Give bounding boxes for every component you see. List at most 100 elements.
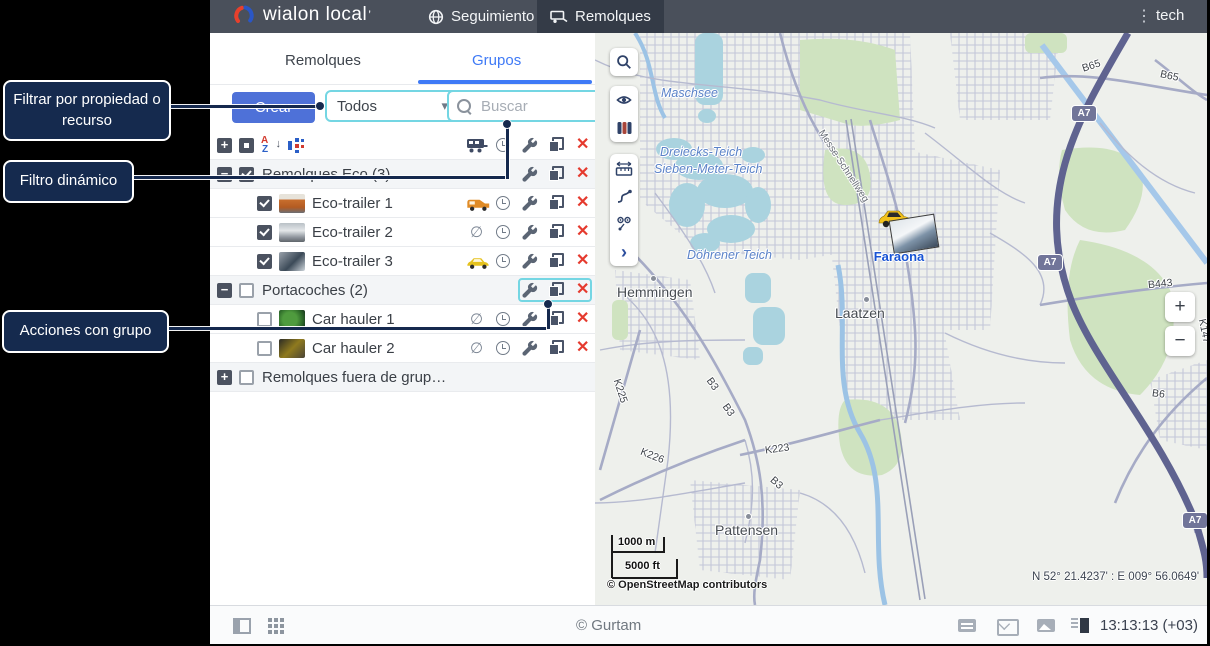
trailer-name[interactable]: Eco-trailer 3 — [312, 253, 393, 270]
map-label-dreiecks-teich: Dreiecks-Teich — [660, 145, 742, 159]
zoom-in-button[interactable]: + — [1165, 292, 1195, 322]
wrench-icon[interactable] — [521, 166, 538, 183]
copyright: © Gurtam — [576, 617, 641, 634]
copy-icon[interactable] — [549, 195, 564, 210]
group-row[interactable]: + Remolques fuera de grup… — [210, 363, 595, 392]
not-bound-icon[interactable]: ∅ — [470, 339, 483, 357]
trailer-checkbox[interactable] — [257, 341, 272, 356]
marker-label[interactable]: Faraona — [866, 249, 932, 264]
group-name[interactable]: Remolques fuera de grup… — [262, 369, 446, 386]
map-routing-button[interactable] — [610, 182, 638, 210]
group-checkbox[interactable] — [239, 370, 254, 385]
map-tools-group-2: › — [610, 154, 638, 266]
clock-icon[interactable] — [496, 312, 510, 326]
not-bound-icon[interactable]: ∅ — [470, 223, 483, 241]
group-name[interactable]: Portacoches (2) — [262, 282, 368, 299]
copy-icon[interactable] — [549, 340, 564, 355]
copy-icon[interactable] — [549, 166, 564, 181]
trailer-checkbox[interactable] — [257, 196, 272, 211]
map-attribution: © OpenStreetMap contributors — [607, 579, 767, 591]
kebab-menu-icon[interactable]: ⋮ — [1136, 6, 1152, 26]
map-label-maschsee: Maschsee — [661, 86, 718, 100]
map-label-laatzen: Laatzen — [835, 305, 885, 321]
expand-group-button[interactable]: + — [217, 370, 232, 385]
map-label-doehrener-teich: Döhrener Teich — [687, 248, 772, 262]
wrench-icon[interactable] — [521, 282, 538, 299]
trailer-row[interactable]: Car hauler 1 ∅ ✕ — [210, 305, 595, 334]
group-checkbox[interactable] — [239, 167, 254, 182]
group-row[interactable]: − Remolques Eco (3) ✕ — [210, 160, 595, 189]
select-all-button[interactable] — [239, 138, 254, 153]
trailer-name[interactable]: Car hauler 2 — [312, 340, 395, 357]
apps-grid-icon[interactable] — [268, 618, 272, 622]
collapse-group-button[interactable]: − — [217, 167, 232, 182]
trailer-checkbox[interactable] — [257, 225, 272, 240]
trailer-row[interactable]: Eco-trailer 3 ✕ — [210, 247, 595, 276]
delete-icon[interactable]: ✕ — [576, 164, 589, 184]
map-canvas[interactable] — [595, 33, 1207, 605]
property-filter-select[interactable]: Todos ▾ — [325, 90, 460, 122]
delete-icon[interactable]: ✕ — [576, 309, 589, 329]
notifications-mail-icon[interactable] — [997, 619, 1019, 636]
trailer-checkbox[interactable] — [257, 312, 272, 327]
route-icon — [616, 189, 632, 204]
trailer-checkbox[interactable] — [257, 254, 272, 269]
clock-icon[interactable] — [496, 225, 510, 239]
trailer-row[interactable]: Eco-trailer 2 ∅ ✕ — [210, 218, 595, 247]
map-tracks-button[interactable] — [610, 210, 638, 238]
map-ruler-button[interactable] — [610, 154, 638, 182]
panel-tab-grupos[interactable]: Grupos — [472, 52, 521, 69]
collapse-group-button[interactable]: − — [217, 283, 232, 298]
delete-icon[interactable]: ✕ — [576, 338, 589, 358]
copy-icon[interactable] — [549, 253, 564, 268]
delete-icon[interactable]: ✕ — [576, 193, 589, 213]
clock-icon[interactable] — [496, 341, 510, 355]
delete-icon[interactable]: ✕ — [576, 251, 589, 271]
delete-icon[interactable]: ✕ — [576, 280, 589, 300]
search-field[interactable] — [447, 90, 609, 122]
trailer-name[interactable]: Car hauler 1 — [312, 311, 395, 328]
group-row[interactable]: − Portacoches (2) ✕ — [210, 276, 595, 305]
trailer-row[interactable]: Eco-trailer 1 ✕ — [210, 189, 595, 218]
track-points-icon — [616, 216, 632, 232]
wrench-icon[interactable] — [521, 311, 538, 328]
logo-text: wialon local — [263, 4, 367, 26]
copy-icon[interactable] — [549, 224, 564, 239]
copy-icon[interactable] — [549, 311, 564, 326]
trailer-name[interactable]: Eco-trailer 1 — [312, 195, 393, 212]
not-bound-icon[interactable]: ∅ — [470, 310, 483, 328]
search-input[interactable] — [479, 97, 599, 116]
map-container[interactable]: Maschsee Dreiecks-Teich Sieben-Meter-Tei… — [595, 33, 1207, 605]
wrench-icon[interactable] — [521, 253, 538, 270]
trailer-name[interactable]: Eco-trailer 2 — [312, 224, 393, 241]
tab-remolques[interactable]: Remolques — [537, 0, 664, 33]
group-checkbox[interactable] — [239, 283, 254, 298]
map-panel-expand-button[interactable]: › — [610, 238, 638, 266]
toggle-panel-icon[interactable] — [233, 618, 251, 634]
map-layers-button[interactable] — [610, 114, 638, 142]
clock-icon[interactable] — [496, 196, 510, 210]
create-button[interactable]: Crear — [232, 92, 315, 123]
tab-seguimiento[interactable]: Seguimiento — [415, 0, 547, 33]
zoom-out-button[interactable]: − — [1165, 326, 1195, 356]
wrench-icon[interactable] — [521, 340, 538, 357]
sort-az-button[interactable]: A Z ↓ — [261, 135, 281, 155]
motorway-shield-a7: A7 — [1072, 106, 1096, 121]
clock-icon[interactable] — [496, 254, 510, 268]
notes-icon[interactable] — [958, 619, 976, 632]
delete-icon[interactable]: ✕ — [576, 222, 589, 242]
group-name[interactable]: Remolques Eco (3) — [262, 166, 390, 183]
town-dot — [863, 296, 870, 303]
copy-icon[interactable] — [549, 282, 564, 297]
media-icon[interactable] — [1037, 619, 1055, 632]
wrench-icon[interactable] — [521, 195, 538, 212]
hierarchy-view-button[interactable] — [288, 138, 305, 153]
map-visibility-button[interactable] — [610, 86, 638, 114]
log-toggle-icon[interactable] — [1071, 618, 1078, 633]
map-search-button[interactable] — [610, 48, 638, 76]
wrench-icon[interactable] — [521, 224, 538, 241]
expand-all-button[interactable]: + — [217, 138, 232, 153]
trailer-row[interactable]: Car hauler 2 ∅ ✕ — [210, 334, 595, 363]
user-name[interactable]: tech — [1156, 7, 1184, 24]
panel-tab-remolques[interactable]: Remolques — [285, 52, 361, 69]
